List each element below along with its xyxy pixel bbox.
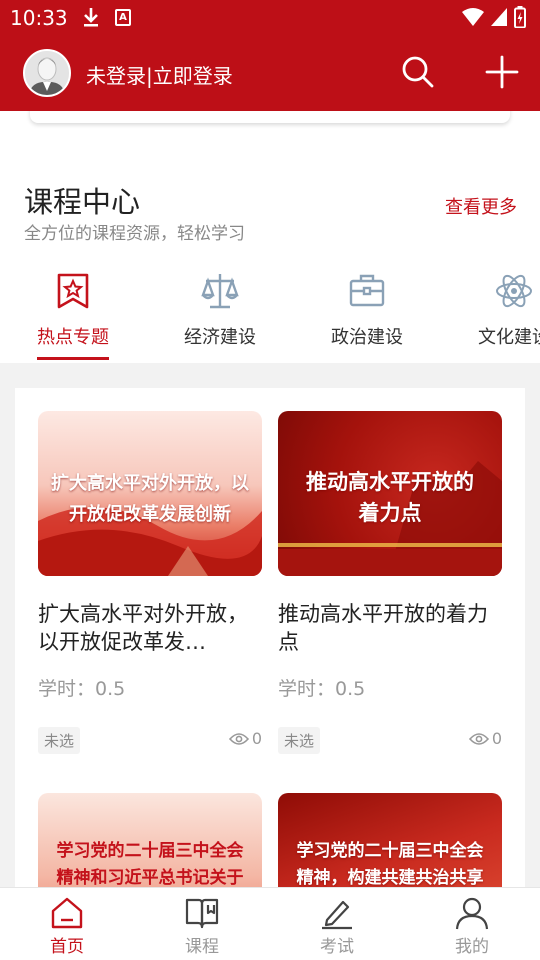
status-time: 10:33 xyxy=(10,6,68,30)
category-tabs: 热点专题 经济建设 政治建设 文化建 xyxy=(0,271,540,363)
thumbnail-caption: 精神和习近平总书记关于 xyxy=(56,868,244,887)
briefcase-icon xyxy=(347,271,387,311)
bottom-nav: 首页 课程 考试 我的 xyxy=(0,887,540,960)
tab-label: 政治建设 xyxy=(331,327,403,348)
scale-icon xyxy=(200,271,240,311)
thumbnail-caption: 扩大高水平对外开放，以 xyxy=(51,473,249,494)
status-badge: 未选 xyxy=(38,727,81,754)
notification-a-icon: A xyxy=(115,9,131,26)
course-title: 推动高水平开放的着力点 xyxy=(278,602,488,654)
tab-political[interactable]: 政治建设 xyxy=(297,271,437,349)
download-icon xyxy=(82,6,100,32)
thumbnail-caption: 精神，构建共建共治共享 xyxy=(296,868,484,887)
course-hours: 学时：0.5 xyxy=(278,678,366,700)
course-card[interactable]: 学习党的二十届三中全会 精神，构建共建共治共享 xyxy=(278,793,502,887)
course-meta: 未选 0 xyxy=(278,727,502,754)
signal-icon xyxy=(491,8,507,26)
course-card[interactable]: 学习党的二十届三中全会 精神和习近平总书记关于 xyxy=(38,793,262,887)
wifi-icon xyxy=(462,8,484,26)
course-thumbnail: 学习党的二十届三中全会 精神和习近平总书记关于 xyxy=(38,793,262,887)
course-center-section: 课程中心 全方位的课程资源，轻松学习 查看更多 热点专题 经济建设 政治建设 文… xyxy=(0,111,540,363)
eye-icon xyxy=(468,732,489,745)
view-count-value: 0 xyxy=(491,729,502,748)
tab-label: 文化建设 xyxy=(478,327,540,348)
atom-icon xyxy=(494,271,534,311)
thumbnail-caption: 学习党的二十届三中全会 xyxy=(56,841,244,861)
course-title: 扩大高水平对外开放，以开放促改革发… xyxy=(38,602,248,654)
section-title: 课程中心 xyxy=(24,185,141,219)
course-thumbnail: 学习党的二十届三中全会 精神，构建共建共治共享 xyxy=(278,793,502,887)
nav-courses[interactable]: 课程 xyxy=(162,896,242,957)
view-count-value: 0 xyxy=(251,729,262,748)
thumbnail-caption: 开放促改革发展创新 xyxy=(69,504,231,525)
course-thumbnail: 推动高水平开放的 着力点 xyxy=(278,411,502,576)
tab-label: 热点专题 xyxy=(37,327,109,348)
avatar[interactable] xyxy=(23,49,71,97)
system-indicators xyxy=(462,6,526,28)
bookmark-star-icon xyxy=(53,271,93,311)
active-tab-indicator xyxy=(37,357,109,360)
view-count: 0 xyxy=(468,729,502,748)
course-meta: 未选 0 xyxy=(38,727,262,754)
battery-icon xyxy=(514,6,526,28)
tab-label: 经济建设 xyxy=(184,327,256,348)
top-bar: 10:33 A 未登录|立即登录 xyxy=(0,0,540,111)
status-badge: 未选 xyxy=(278,727,321,754)
thumbnail-caption: 推动高水平开放的 xyxy=(306,470,474,494)
course-card[interactable]: 推动高水平开放的 着力点 推动高水平开放的着力点 学时：0.5 未选 0 xyxy=(278,411,502,754)
course-list: 扩大高水平对外开放，以 开放促改革发展创新 扩大高水平对外开放，以开放促改革发…… xyxy=(15,388,525,887)
thumbnail-caption: 着力点 xyxy=(358,501,422,525)
add-icon[interactable] xyxy=(484,54,520,90)
nav-home[interactable]: 首页 xyxy=(27,896,107,957)
course-card[interactable]: 扩大高水平对外开放，以 开放促改革发展创新 扩大高水平对外开放，以开放促改革发…… xyxy=(38,411,262,754)
app-header: 未登录|立即登录 xyxy=(0,36,540,111)
nav-label: 首页 xyxy=(50,937,84,957)
tab-economic[interactable]: 经济建设 xyxy=(150,271,290,349)
search-icon[interactable] xyxy=(400,54,436,90)
course-thumbnail: 扩大高水平对外开放，以 开放促改革发展创新 xyxy=(38,411,262,576)
section-subtitle: 全方位的课程资源，轻松学习 xyxy=(24,224,245,244)
eye-icon xyxy=(228,732,249,745)
home-icon xyxy=(49,896,85,930)
home-content[interactable]: 课程中心 全方位的课程资源，轻松学习 查看更多 热点专题 经济建设 政治建设 文… xyxy=(0,111,540,887)
nav-label: 考试 xyxy=(320,937,354,957)
status-bar: 10:33 A xyxy=(0,0,540,36)
banner-card-edge xyxy=(30,111,510,123)
user-icon xyxy=(454,896,490,930)
nav-exam[interactable]: 考试 xyxy=(297,896,377,957)
course-hours: 学时：0.5 xyxy=(38,678,126,700)
nav-profile[interactable]: 我的 xyxy=(432,896,512,957)
pen-icon xyxy=(319,896,355,930)
nav-label: 课程 xyxy=(185,937,219,957)
tab-cultural[interactable]: 文化建设 xyxy=(444,271,540,349)
book-icon xyxy=(184,896,220,930)
nav-label: 我的 xyxy=(455,937,489,957)
view-count: 0 xyxy=(228,729,262,748)
tab-hot-topics[interactable]: 热点专题 xyxy=(3,271,143,360)
app-screen: 10:33 A 未登录|立即登录 课程中心 全方位的课程资源，轻松学习 查看更多… xyxy=(0,0,540,960)
login-link[interactable]: 未登录|立即登录 xyxy=(86,60,233,89)
thumbnail-caption: 学习党的二十届三中全会 xyxy=(296,841,484,861)
view-more-link[interactable]: 查看更多 xyxy=(445,193,517,219)
